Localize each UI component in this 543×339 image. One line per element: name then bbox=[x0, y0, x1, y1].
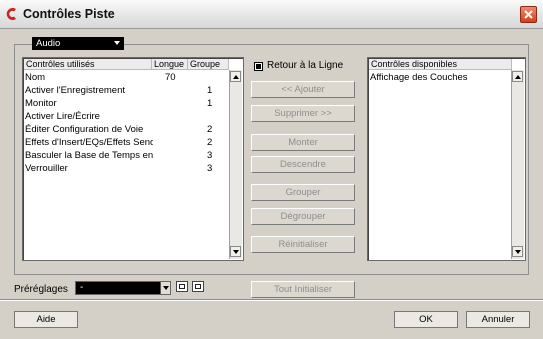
control-groupe: 1 bbox=[207, 98, 213, 109]
delete-preset-glyph bbox=[195, 284, 201, 289]
column-header-available[interactable]: Contrôles disponibles bbox=[369, 59, 512, 70]
used-controls-list[interactable]: Contrôles utilisés Longue Groupe Nom 70 … bbox=[22, 57, 244, 261]
divider bbox=[0, 300, 543, 301]
control-longue bbox=[165, 111, 185, 123]
window-title: Contrôles Piste bbox=[23, 7, 115, 21]
control-groupe: 1 bbox=[207, 85, 213, 96]
cubase-app-icon bbox=[6, 8, 16, 20]
control-longue bbox=[165, 163, 185, 175]
available-control-name: Affichage des Couches bbox=[370, 72, 468, 83]
track-type-dropdown[interactable]: Audio bbox=[32, 37, 124, 50]
title-bar[interactable]: Contrôles Piste bbox=[0, 0, 543, 29]
table-row[interactable]: Verrouiller 3 bbox=[25, 163, 228, 175]
scroll-up-icon[interactable] bbox=[230, 71, 241, 82]
close-button[interactable] bbox=[520, 6, 537, 23]
control-longue bbox=[165, 137, 185, 149]
table-row[interactable]: Nom 70 bbox=[25, 72, 228, 84]
table-row[interactable]: Activer Lire/Écrire bbox=[25, 111, 228, 123]
control-groupe: 2 bbox=[207, 124, 213, 135]
control-groupe bbox=[207, 72, 219, 84]
remove-button[interactable]: Supprimer >> bbox=[251, 105, 355, 122]
control-groupe: 2 bbox=[207, 137, 213, 148]
control-name: Activer l'Enregistrement bbox=[25, 85, 126, 96]
control-name: Nom bbox=[25, 72, 46, 83]
chevron-down-icon bbox=[114, 41, 120, 45]
chevron-down-icon[interactable] bbox=[160, 282, 170, 294]
list-item[interactable]: Affichage des Couches bbox=[370, 72, 510, 84]
available-controls-scrollbar[interactable] bbox=[511, 70, 524, 259]
scroll-down-icon[interactable] bbox=[512, 246, 523, 257]
frame-line bbox=[14, 44, 32, 45]
control-longue bbox=[165, 98, 185, 110]
control-name: Monitor bbox=[25, 98, 57, 109]
help-button[interactable]: Aide bbox=[14, 311, 78, 328]
table-row[interactable]: Basculer la Base de Temps enti 3 bbox=[25, 150, 228, 162]
add-button[interactable]: << Ajouter bbox=[251, 81, 355, 98]
used-controls-header: Contrôles utilisés Longue Groupe bbox=[24, 59, 229, 70]
table-row[interactable]: Effets d'Insert/EQs/Effets Send 2 bbox=[25, 137, 228, 149]
move-up-button[interactable]: Monter bbox=[251, 134, 355, 151]
wrap-line-checkbox[interactable] bbox=[254, 62, 263, 71]
scroll-down-icon[interactable] bbox=[230, 246, 241, 257]
column-header-longue[interactable]: Longue bbox=[152, 59, 188, 70]
control-name: Basculer la Base de Temps enti bbox=[25, 150, 153, 161]
control-longue: 70 bbox=[165, 72, 176, 83]
cancel-button[interactable]: Annuler bbox=[466, 311, 530, 328]
table-row[interactable]: Activer l'Enregistrement 1 bbox=[25, 85, 228, 97]
scroll-up-icon[interactable] bbox=[512, 71, 523, 82]
control-groupe: 3 bbox=[207, 150, 213, 161]
control-longue bbox=[165, 124, 185, 136]
reset-all-button[interactable]: Tout Initialiser bbox=[251, 281, 355, 298]
control-name: Verrouiller bbox=[25, 163, 68, 174]
column-header-name[interactable]: Contrôles utilisés bbox=[24, 59, 152, 70]
presets-dropdown[interactable]: - bbox=[75, 281, 171, 295]
ungroup-button[interactable]: Dégrouper bbox=[251, 208, 355, 225]
checkmark-icon bbox=[256, 64, 261, 69]
table-row[interactable]: Éditer Configuration de Voie 2 bbox=[25, 124, 228, 136]
frame-line bbox=[124, 44, 529, 45]
ok-button[interactable]: OK bbox=[394, 311, 458, 328]
table-row[interactable]: Monitor 1 bbox=[25, 98, 228, 110]
available-controls-header: Contrôles disponibles bbox=[369, 59, 512, 70]
control-name: Activer Lire/Écrire bbox=[25, 111, 100, 122]
control-name: Éditer Configuration de Voie bbox=[25, 124, 144, 135]
delete-preset-icon[interactable] bbox=[192, 281, 204, 292]
control-longue bbox=[165, 85, 185, 97]
move-down-button[interactable]: Descendre bbox=[251, 156, 355, 173]
presets-value: - bbox=[80, 282, 84, 293]
save-preset-glyph bbox=[179, 284, 185, 289]
control-longue bbox=[165, 150, 185, 162]
available-controls-list[interactable]: Contrôles disponibles Affichage des Couc… bbox=[367, 57, 526, 261]
control-groupe: 3 bbox=[207, 163, 213, 174]
control-name: Effets d'Insert/EQs/Effets Send bbox=[25, 137, 153, 148]
column-header-groupe[interactable]: Groupe bbox=[188, 59, 229, 70]
group-button[interactable]: Grouper bbox=[251, 184, 355, 201]
save-preset-icon[interactable] bbox=[176, 281, 188, 292]
used-controls-scrollbar[interactable] bbox=[229, 70, 242, 259]
control-groupe bbox=[207, 111, 219, 123]
track-type-value: Audio bbox=[36, 38, 61, 49]
reset-button[interactable]: Réinitialiser bbox=[251, 236, 355, 253]
presets-label: Préréglages bbox=[14, 284, 68, 295]
wrap-line-label: Retour à la Ligne bbox=[267, 60, 344, 71]
close-icon bbox=[524, 10, 533, 19]
